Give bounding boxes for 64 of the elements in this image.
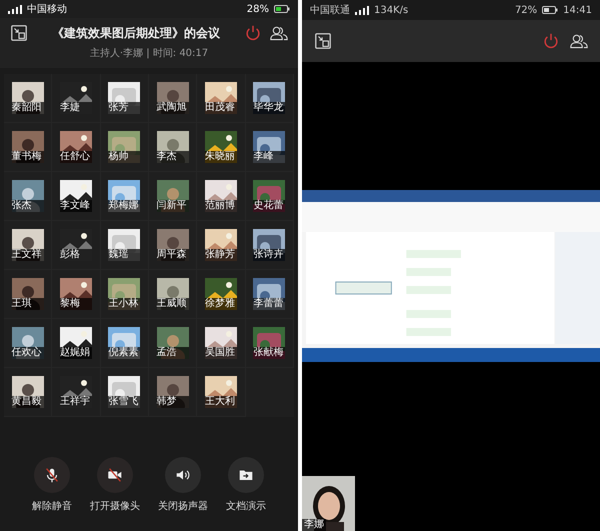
presenter-name: 李娜 (302, 519, 326, 531)
participant-name: 史花蕾 (253, 200, 286, 212)
speaker-control[interactable]: 关闭扬声器 (158, 457, 208, 513)
participant-name: 韩梦 (156, 396, 189, 408)
video-camera-icon (106, 466, 124, 484)
participant-name: 张芳 (108, 102, 140, 114)
participant-name: 张杰 (12, 200, 44, 212)
participant-name: 郑梅娜 (108, 200, 140, 212)
participant-name: 范丽博 (204, 200, 237, 212)
participant-name: 董书梅 (12, 151, 44, 163)
participant-name: 王小林 (108, 298, 140, 310)
people-icon[interactable] (270, 24, 288, 42)
participant-name: 李杰 (156, 151, 189, 163)
participant-name: 张献梅 (253, 347, 286, 359)
participant-name: 张雪飞 (108, 396, 140, 408)
participant-name: 朱晓丽 (204, 151, 237, 163)
carrier-name: 中国移动 (27, 2, 67, 16)
participant-name: 闫新平 (156, 200, 189, 212)
signal-icon (355, 6, 369, 14)
power-icon[interactable] (244, 24, 262, 42)
participant-name: 秦韶阳 (12, 102, 44, 114)
power-icon[interactable] (542, 32, 560, 50)
participant-name: 任欢心 (12, 347, 44, 359)
participant-name: 吴国胜 (204, 347, 237, 359)
participant-name: 李婕 (60, 102, 92, 114)
participant-name: 赵娓娟 (60, 347, 92, 359)
battery-percent: 28% (246, 4, 269, 14)
participant-name: 李峰 (253, 151, 286, 163)
participant-name: 彭格 (60, 249, 92, 261)
participant-name: 张诗卉 (253, 249, 286, 261)
people-icon[interactable] (570, 32, 588, 50)
carrier-name: 中国联通 (310, 4, 350, 17)
meeting-subtitle: 主持人·李娜 | 时间: 40:17 (90, 46, 208, 60)
participant-name: 任舒心 (60, 151, 92, 163)
exit-fullscreen-icon[interactable] (10, 24, 28, 42)
participant-name: 孟浩 (156, 347, 189, 359)
camera-control[interactable]: 打开摄像头 (90, 457, 140, 513)
participant-name: 黎梅 (60, 298, 92, 310)
battery-icon (274, 5, 290, 13)
participant-name: 武陶旭 (156, 102, 189, 114)
participant-name: 王祥宇 (60, 396, 92, 408)
participant-name: 周平森 (156, 249, 189, 261)
participant-name: 李蕾蕾 (253, 298, 286, 310)
participant-name: 田茂睿 (204, 102, 237, 114)
participant-name: 黄昌毅 (12, 396, 44, 408)
participant-name: 王大利 (204, 396, 237, 408)
exit-fullscreen-icon[interactable] (314, 32, 332, 50)
participant-name: 倪素素 (108, 347, 140, 359)
participant-name: 王琪 (12, 298, 44, 310)
meeting-title: 《建筑效果图后期处理》的会议 (51, 24, 221, 42)
participant-name: 毕华龙 (253, 102, 286, 114)
participant-name: 魏瑶 (108, 249, 140, 261)
signal-icon (8, 4, 22, 14)
microphone-icon (43, 466, 61, 484)
participant-name: 张静芳 (204, 249, 237, 261)
clock: 14:41 (563, 4, 592, 16)
battery-icon (542, 6, 558, 14)
participant-name: 王威顺 (156, 298, 189, 310)
participant-name: 李文峰 (60, 200, 92, 212)
network-speed: 134K/s (374, 4, 408, 16)
participant-name: 徐梦雅 (204, 298, 237, 310)
battery-percent: 72% (514, 4, 538, 16)
participant-name: 杨帅 (108, 151, 140, 163)
participant-name: 王文祥 (12, 249, 44, 261)
